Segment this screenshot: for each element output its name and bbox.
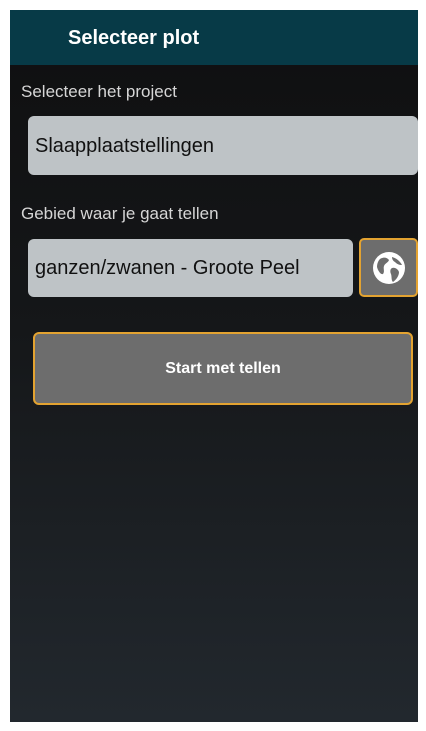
page-title: Selecteer plot [68,27,200,49]
area-select[interactable]: ganzen/zwanen - Groote Peel [28,239,353,297]
app-bar: Selecteer plot [10,10,418,65]
project-select[interactable]: Slaapplaatstellingen [28,116,418,175]
map-button[interactable] [359,238,418,297]
project-label: Selecteer het project [21,82,177,101]
app-screen: Selecteer plot Selecteer het project Sla… [10,10,418,722]
area-label: Gebied waar je gaat tellen [21,204,219,223]
globe-icon [372,251,405,284]
start-counting-button[interactable]: Start met tellen [33,332,413,405]
